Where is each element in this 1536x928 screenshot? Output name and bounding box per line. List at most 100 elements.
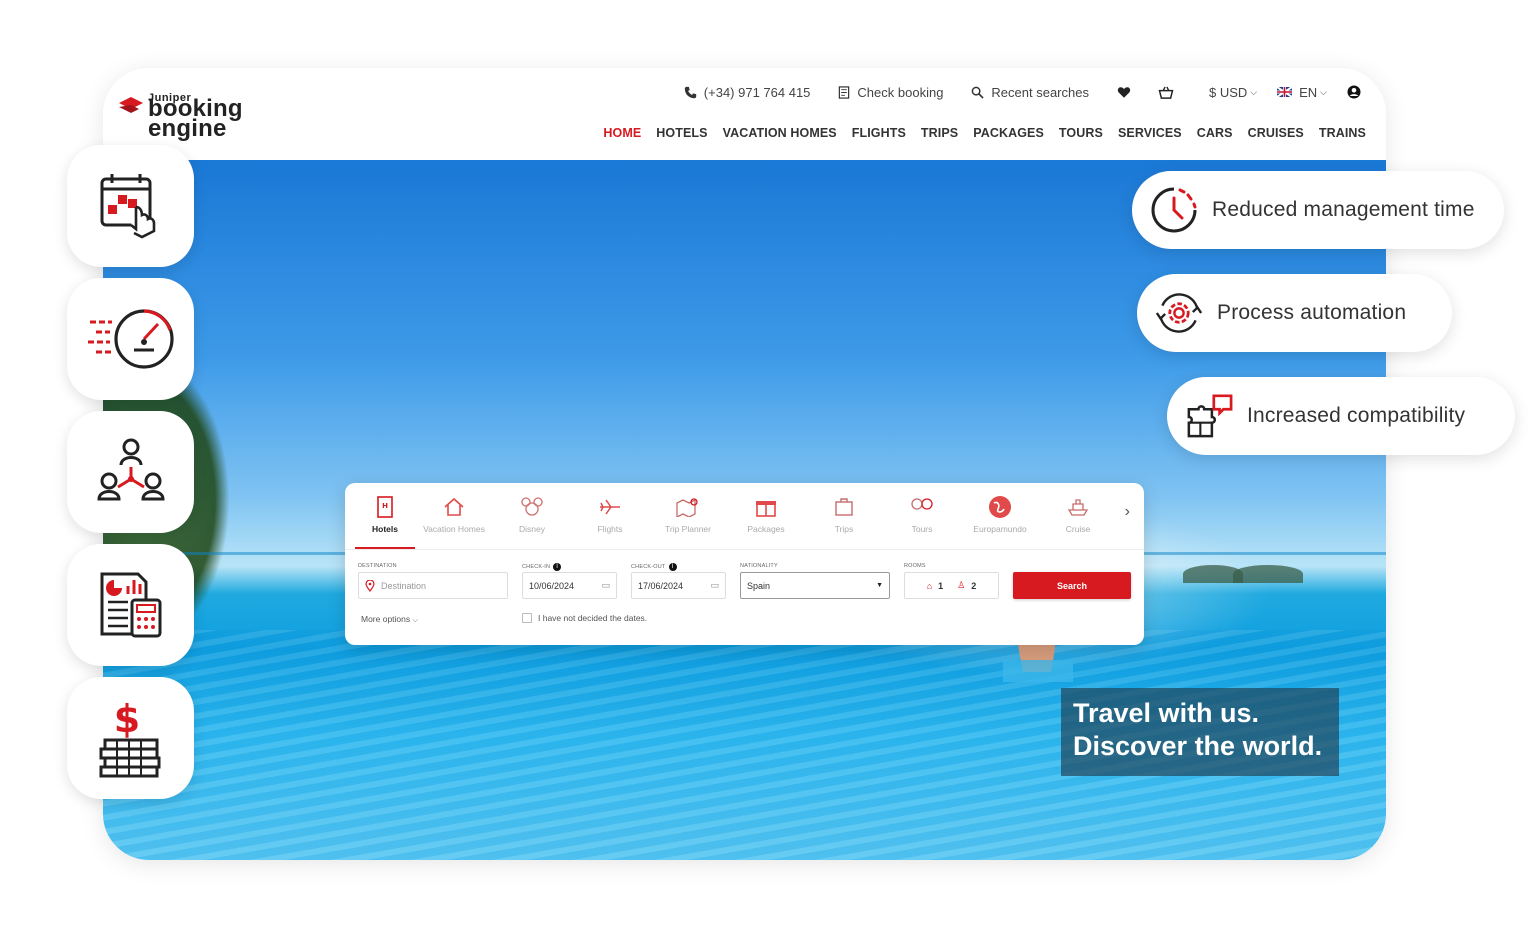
- search-button[interactable]: Search: [1013, 572, 1131, 599]
- destination-label: DESTINATION: [358, 563, 397, 569]
- check-booking-link[interactable]: Check booking: [838, 85, 943, 100]
- cart-button[interactable]: [1158, 86, 1181, 99]
- tab-tours[interactable]: Tours: [883, 491, 961, 549]
- tab-flights[interactable]: Flights: [571, 491, 649, 549]
- island: [1233, 565, 1303, 583]
- tab-trips[interactable]: Trips: [805, 491, 883, 549]
- feature-label: Process automation: [1217, 301, 1407, 324]
- nav-home[interactable]: HOME: [603, 126, 641, 140]
- chevron-down-icon: ⌵: [412, 617, 418, 624]
- room-icon: ⌂: [926, 580, 933, 591]
- checkin-date-input[interactable]: 10/06/2024 ▭: [522, 572, 617, 599]
- product-tabs: H Hotels Vacation Homes Disney Flights T…: [355, 491, 1117, 549]
- language-selector[interactable]: EN ⌵: [1277, 85, 1327, 100]
- feature-pill-reduced-time: Reduced management time: [1132, 171, 1504, 249]
- document-icon: [839, 85, 850, 99]
- reports-feature: [67, 544, 194, 666]
- uk-flag-icon: [1277, 87, 1293, 97]
- tab-cruise[interactable]: Cruise: [1039, 491, 1117, 549]
- gear-cycle-icon: [1155, 293, 1203, 333]
- tabs-divider: [345, 549, 1144, 550]
- clock-icon: [1151, 187, 1197, 233]
- checkout-date-input[interactable]: 17/06/2024 ▭: [631, 572, 726, 599]
- info-icon[interactable]: i: [553, 563, 562, 571]
- dropdown-arrow-icon: ▼: [876, 582, 883, 589]
- map-pin-icon: [676, 498, 698, 517]
- nav-vacation-homes[interactable]: VACATION HOMES: [723, 126, 837, 140]
- nav-cruises[interactable]: CRUISES: [1248, 126, 1304, 140]
- map-pin-icon: [365, 579, 375, 592]
- nav-packages[interactable]: PACKAGES: [973, 126, 1044, 140]
- info-icon[interactable]: i: [668, 563, 677, 571]
- undecided-dates-checkbox[interactable]: I have not decided the dates.: [522, 613, 647, 623]
- currency-selector[interactable]: $ USD ⌵: [1209, 85, 1257, 100]
- phone-link[interactable]: (+34) 971 764 415: [684, 85, 810, 100]
- puzzle-icon: [1187, 394, 1233, 438]
- user-circle-icon: [1347, 85, 1361, 99]
- hero-image: H Hotels Vacation Homes Disney Flights T…: [103, 160, 1386, 860]
- tab-packages[interactable]: Packages: [727, 491, 805, 549]
- suitcase-icon: [835, 498, 853, 516]
- feature-label: Reduced management time: [1212, 198, 1475, 221]
- nationality-select[interactable]: Spain ▼: [740, 572, 890, 599]
- brand-logo[interactable]: Juniper booking engine: [117, 90, 267, 141]
- main-nav: HOME HOTELS VACATION HOMES FLIGHTS TRIPS…: [603, 126, 1366, 140]
- svg-text:$: $: [113, 698, 139, 741]
- hero-tagline: Travel with us. Discover the world.: [1061, 688, 1339, 776]
- hotel-icon: H: [377, 496, 393, 518]
- tab-disney[interactable]: Disney: [493, 491, 571, 549]
- nav-services[interactable]: SERVICES: [1118, 126, 1182, 140]
- location-pins-icon: [911, 498, 933, 510]
- speed-feature: [67, 278, 194, 400]
- svg-text:H: H: [382, 502, 388, 510]
- checkin-label: CHECK-IN i: [522, 563, 562, 571]
- nav-trips[interactable]: TRIPS: [921, 126, 958, 140]
- basket-icon: [1158, 86, 1174, 99]
- topbar: (+34) 971 764 415 Check booking Recent s…: [656, 82, 1368, 102]
- nationality-label: NATIONALITY: [740, 563, 778, 569]
- search-widget: H Hotels Vacation Homes Disney Flights T…: [345, 483, 1144, 645]
- mouse-ears-icon: [521, 497, 543, 516]
- checkbox[interactable]: [522, 613, 532, 623]
- gift-box-icon: [756, 501, 776, 517]
- rooms-guests-selector[interactable]: ⌂ 1 ♙ 2: [904, 572, 999, 599]
- network-feature: [67, 411, 194, 533]
- recent-searches-link[interactable]: Recent searches: [971, 85, 1089, 100]
- chevron-down-icon: ⌵: [1320, 86, 1327, 97]
- feature-label: Increased compatibility: [1247, 404, 1466, 427]
- calendar-icon: ▭: [601, 580, 610, 590]
- tab-europamundo[interactable]: Europamundo: [961, 491, 1039, 549]
- logo-mark-icon: [119, 97, 143, 113]
- money-stack-icon: $: [99, 698, 160, 778]
- speedometer-icon: [87, 309, 174, 369]
- calendar-click-feature: [67, 145, 194, 267]
- search-icon: [972, 86, 985, 99]
- network-users-icon: [96, 438, 165, 501]
- report-calculator-icon: [100, 572, 161, 638]
- nav-cars[interactable]: CARS: [1197, 126, 1233, 140]
- nav-tours[interactable]: TOURS: [1059, 126, 1103, 140]
- tab-hotels[interactable]: H Hotels: [355, 491, 415, 549]
- plane-icon: [600, 499, 620, 515]
- feature-pill-automation: Process automation: [1137, 274, 1452, 352]
- ship-icon: [1067, 499, 1089, 516]
- account-button[interactable]: [1347, 85, 1368, 99]
- more-options-toggle[interactable]: More options ⌵: [361, 614, 418, 625]
- chevron-right-icon[interactable]: ›: [1125, 503, 1130, 521]
- nav-flights[interactable]: FLIGHTS: [852, 126, 906, 140]
- calendar-click-icon: [100, 174, 155, 239]
- destination-input[interactable]: Destination: [358, 572, 508, 599]
- chevron-down-icon: ⌵: [1250, 86, 1258, 97]
- nav-trains[interactable]: TRAINS: [1319, 126, 1366, 140]
- favorites-button[interactable]: [1117, 86, 1138, 99]
- guest-icon: ♙: [957, 580, 966, 590]
- phone-icon: [684, 86, 696, 98]
- house-icon: [444, 497, 464, 516]
- tab-trip-planner[interactable]: Trip Planner: [649, 491, 727, 549]
- feature-pill-compatibility: Increased compatibility: [1167, 377, 1515, 455]
- calendar-icon: ▭: [710, 580, 719, 590]
- rooms-label: ROOMS: [904, 563, 926, 569]
- checkout-label: CHECK-OUT i: [631, 563, 677, 571]
- nav-hotels[interactable]: HOTELS: [656, 126, 707, 140]
- tab-vacation-homes[interactable]: Vacation Homes: [415, 491, 493, 549]
